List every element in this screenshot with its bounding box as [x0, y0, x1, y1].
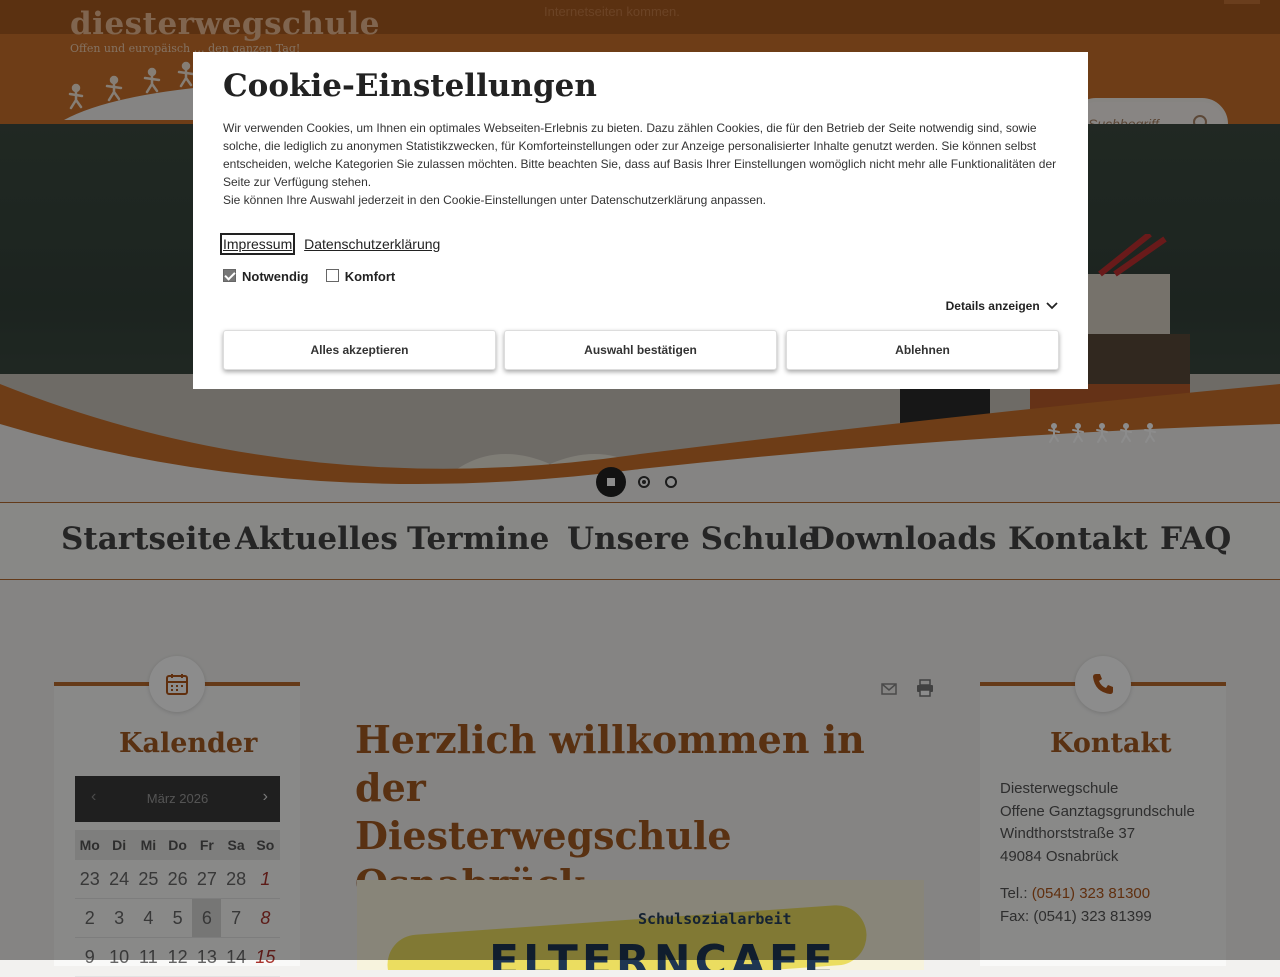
details-label: Details anzeigen	[945, 299, 1040, 313]
impressum-link[interactable]: Impressum	[219, 233, 296, 255]
reject-button[interactable]: Ablehnen	[786, 330, 1059, 370]
cookie-categories: Notwendig Komfort	[223, 269, 395, 284]
cookie-links: Impressum Datenschutzerklärung	[219, 233, 440, 255]
necessary-label: Notwendig	[242, 269, 309, 284]
cookie-dialog: Cookie-Einstellungen Wir verwenden Cooki…	[193, 52, 1088, 389]
accept-all-button[interactable]: Alles akzeptieren	[223, 330, 496, 370]
chevron-down-icon	[1046, 302, 1058, 310]
comfort-checkbox[interactable]	[325, 269, 339, 283]
necessary-checkbox[interactable]	[223, 269, 236, 283]
cookie-title: Cookie-Einstellungen	[223, 68, 597, 104]
details-toggle[interactable]: Details anzeigen	[946, 299, 1058, 313]
confirm-selection-button[interactable]: Auswahl bestätigen	[504, 330, 777, 370]
cookie-description: Wir verwenden Cookies, um Ihnen ein opti…	[223, 121, 1057, 207]
datenschutz-link[interactable]: Datenschutzerklärung	[304, 236, 440, 252]
comfort-label: Komfort	[344, 269, 396, 284]
